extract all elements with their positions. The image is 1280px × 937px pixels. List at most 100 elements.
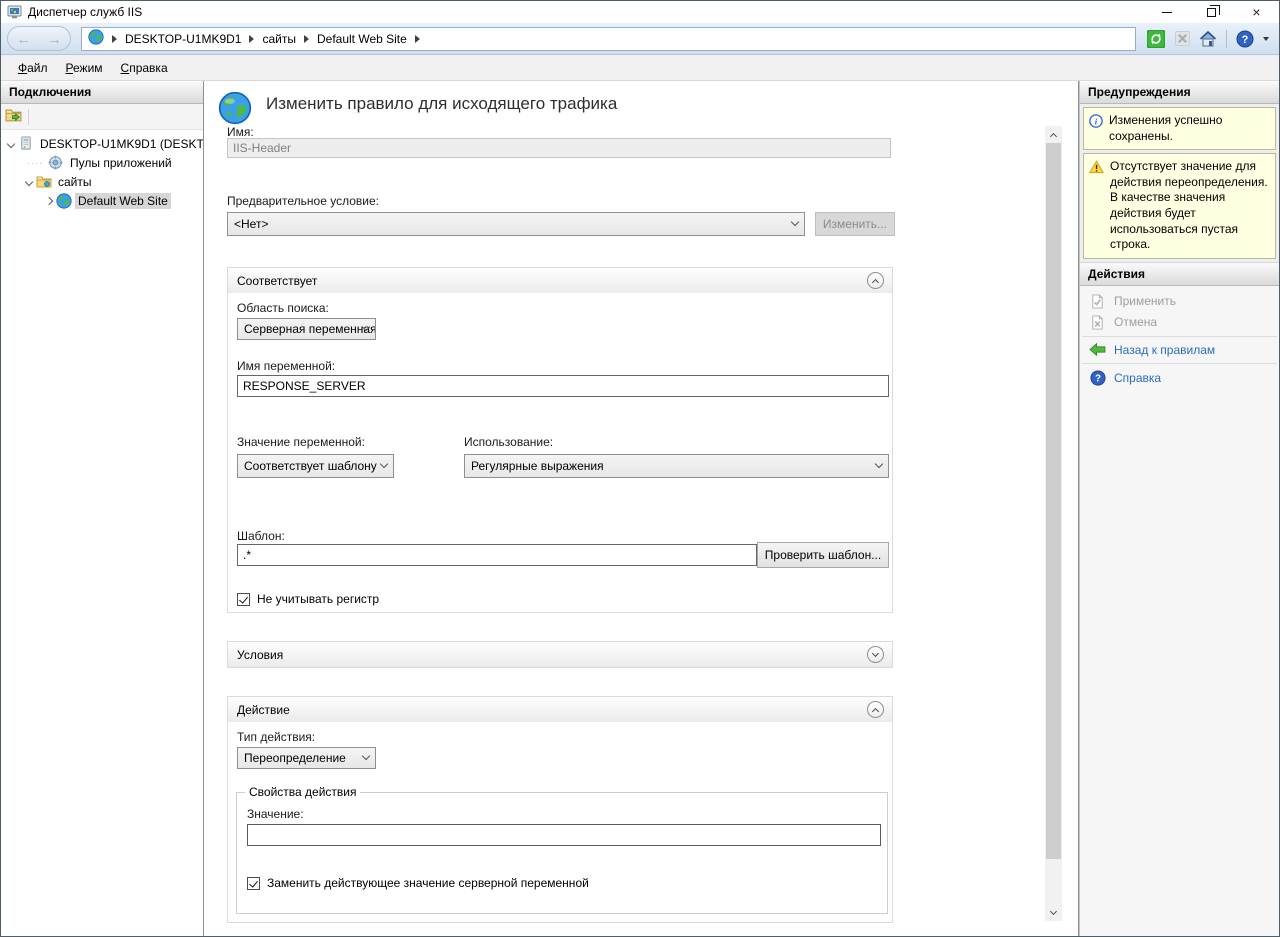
- expand-collapse-icon[interactable]: [45, 196, 53, 204]
- menu-bar: Файл Режим Справка: [1, 55, 1279, 81]
- app-pools-icon: [47, 155, 64, 171]
- alerts-list: i Изменения успешно сохранены. Отсутству…: [1080, 104, 1279, 263]
- replace-value-label: Заменить действующее значение серверной …: [267, 876, 589, 890]
- breadcrumb-separator-icon: [112, 35, 117, 43]
- apply-button[interactable]: Применить: [1080, 291, 1279, 312]
- tree-item-default-web-site[interactable]: Default Web Site: [1, 191, 203, 210]
- restore-button[interactable]: [1189, 1, 1234, 23]
- save-connections-icon[interactable]: [5, 107, 22, 127]
- tree-item-label: сайты: [55, 174, 95, 190]
- chevron-down-icon: [791, 218, 799, 226]
- replace-value-checkbox[interactable]: [247, 877, 260, 890]
- minimize-button[interactable]: [1144, 1, 1189, 23]
- site-globe-icon: [55, 193, 72, 209]
- scroll-up-button[interactable]: [1045, 126, 1062, 143]
- menu-file[interactable]: Файл: [9, 57, 57, 79]
- toolbar-divider: [28, 109, 29, 125]
- server-icon: [17, 136, 34, 152]
- nav-toolbar: ?: [1146, 29, 1269, 49]
- help-link[interactable]: ? Справка: [1080, 367, 1279, 389]
- refresh-icon[interactable]: [1146, 29, 1166, 49]
- value-label: Значение:: [247, 807, 304, 821]
- variable-value-label: Значение переменной:: [237, 435, 365, 449]
- breadcrumb: DESKTOP-U1MK9D1 сайты Default Web Site: [81, 27, 1136, 51]
- variable-name-input[interactable]: RESPONSE_SERVER: [237, 375, 889, 397]
- variable-value-select[interactable]: Соответствует шаблону: [237, 454, 394, 478]
- action-section-header[interactable]: Действие: [228, 697, 892, 722]
- menu-help[interactable]: Справка: [112, 57, 177, 79]
- test-pattern-button[interactable]: Проверить шаблон...: [757, 542, 889, 568]
- stop-icon[interactable]: [1172, 29, 1192, 49]
- sites-folder-icon: [35, 174, 52, 190]
- globe-icon[interactable]: [88, 29, 104, 48]
- content-scrollbar[interactable]: [1045, 126, 1062, 921]
- chevron-down-icon: [362, 752, 370, 760]
- restore-icon: [1207, 8, 1216, 17]
- tree-item-server[interactable]: DESKTOP-U1MK9D1 (DESKTOP: [1, 134, 203, 153]
- breadcrumb-item-default-web-site[interactable]: Default Web Site: [317, 32, 407, 46]
- menu-view[interactable]: Режим: [57, 57, 112, 79]
- chevron-up-icon: [872, 278, 879, 285]
- pattern-label: Шаблон:: [237, 529, 285, 543]
- breadcrumb-separator-icon: [249, 35, 254, 43]
- window-title: Диспетчер служб IIS: [28, 5, 1144, 19]
- tree-item-label: DESKTOP-U1MK9D1 (DESKTOP: [37, 136, 203, 152]
- using-select[interactable]: Регулярные выражения: [464, 454, 889, 478]
- forward-icon[interactable]: →: [48, 32, 62, 46]
- conditions-section-header[interactable]: Условия: [228, 642, 892, 667]
- ignore-case-label: Не учитывать регистр: [257, 592, 379, 606]
- iis-manager-window: Диспетчер служб IIS × ← → DESKTOP-U1MK9D…: [0, 0, 1280, 937]
- collapse-section-button[interactable]: [867, 701, 884, 718]
- actions-pane: Применить Отмена Назад к правилам: [1080, 286, 1279, 936]
- breadcrumb-item-sites[interactable]: сайты: [262, 32, 296, 46]
- scrollbar-thumb[interactable]: [1046, 143, 1061, 859]
- name-label: Имя:: [227, 125, 254, 139]
- action-properties-group: Свойства действия Значение: Заменить дей…: [236, 792, 888, 914]
- chevron-up-icon: [872, 707, 879, 714]
- match-section-header[interactable]: Соответствует: [228, 268, 892, 293]
- precondition-label: Предварительное условие:: [227, 194, 379, 208]
- scroll-down-button[interactable]: [1045, 904, 1062, 921]
- green-arrow-left-icon: [1089, 343, 1106, 356]
- warning-triangle-icon: [1089, 160, 1104, 253]
- minimize-icon: [1162, 12, 1172, 13]
- scope-select[interactable]: Серверная переменная: [237, 318, 376, 340]
- expand-section-button[interactable]: [867, 646, 884, 663]
- back-icon[interactable]: ←: [17, 32, 31, 46]
- toolbar-divider: [1226, 30, 1227, 48]
- action-type-select[interactable]: Переопределение: [237, 747, 376, 769]
- content-panel: Изменить правило для исходящего трафика …: [204, 81, 1079, 936]
- pattern-input[interactable]: .*: [237, 544, 757, 566]
- tree-item-label: Default Web Site: [75, 193, 171, 209]
- help-icon: ?: [1089, 370, 1106, 386]
- expand-collapse-icon[interactable]: [7, 139, 15, 147]
- ignore-case-row: Не учитывать регистр: [237, 592, 379, 606]
- warning-alert-text: Отсутствует значение для действия переоп…: [1110, 159, 1270, 253]
- chevron-down-icon: [875, 460, 883, 468]
- svg-text:?: ?: [1095, 373, 1101, 384]
- title-bar: Диспетчер служб IIS ×: [1, 1, 1279, 23]
- tree-item-sites[interactable]: сайты: [1, 172, 203, 191]
- expand-collapse-icon[interactable]: [25, 177, 33, 185]
- value-input[interactable]: [247, 824, 881, 846]
- chevron-down-icon: [380, 460, 388, 468]
- cancel-button[interactable]: Отмена: [1080, 312, 1279, 333]
- ignore-case-checkbox[interactable]: [237, 593, 250, 606]
- home-icon[interactable]: [1198, 29, 1218, 49]
- chevron-down-icon: [1050, 908, 1057, 915]
- action-type-label: Тип действия:: [237, 730, 315, 744]
- change-precondition-button[interactable]: Изменить...: [815, 212, 895, 236]
- help-dropdown-caret-icon[interactable]: [1263, 37, 1269, 41]
- chevron-up-icon: [1050, 132, 1057, 139]
- tree-item-app-pools[interactable]: ···· Пулы приложений: [1, 153, 203, 172]
- back-to-rules-link[interactable]: Назад к правилам: [1080, 340, 1279, 360]
- precondition-select[interactable]: <Нет>: [227, 212, 805, 236]
- breadcrumb-item-server[interactable]: DESKTOP-U1MK9D1: [125, 32, 241, 46]
- close-button[interactable]: ×: [1234, 1, 1279, 23]
- action-section: Действие Тип действия: Переопределение С…: [227, 696, 893, 923]
- actions-divider: [1082, 336, 1277, 337]
- name-field[interactable]: IIS-Header: [227, 138, 891, 158]
- collapse-section-button[interactable]: [867, 272, 884, 289]
- help-icon[interactable]: ?: [1235, 29, 1255, 49]
- info-alert: i Изменения успешно сохранены.: [1083, 107, 1276, 150]
